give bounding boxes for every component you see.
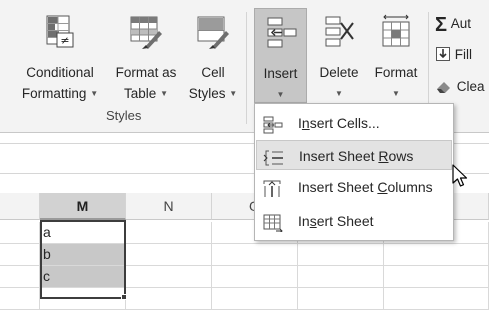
cell[interactable]	[0, 266, 40, 288]
sigma-icon: Σ	[435, 14, 448, 36]
format-as-table-button[interactable]: Format as Table ▼	[108, 8, 184, 108]
column-header-n[interactable]: N	[126, 193, 212, 220]
cell[interactable]	[384, 244, 489, 266]
cell[interactable]	[298, 266, 384, 288]
cell[interactable]	[126, 244, 212, 266]
conditional-formatting-icon: ≠	[44, 14, 76, 56]
selection-border	[40, 220, 126, 299]
conditional-formatting-label-2: Formatting	[21, 86, 87, 101]
cell[interactable]	[384, 288, 489, 310]
dropdown-caret-icon: ▼	[160, 89, 168, 98]
clear-button[interactable]: Clea	[435, 78, 485, 97]
insert-columns-icon	[262, 178, 284, 208]
column-header-m[interactable]: M	[40, 193, 126, 220]
cell[interactable]	[0, 288, 40, 310]
delete-button[interactable]: Delete ▼	[310, 8, 368, 108]
cell-styles-button[interactable]: Cell Styles ▼	[186, 8, 240, 108]
cell[interactable]	[212, 244, 298, 266]
delete-label: Delete	[319, 65, 359, 80]
menu-item-text-post: ert Sheet	[316, 213, 374, 229]
cell[interactable]	[212, 266, 298, 288]
dropdown-caret-icon: ▼	[335, 89, 343, 98]
menu-item-accelerator: n	[301, 115, 310, 131]
insert-button[interactable]: Insert ▼	[254, 8, 307, 103]
cell[interactable]	[384, 266, 489, 288]
delete-cells-icon	[322, 14, 356, 56]
styles-group-label: Styles	[106, 108, 142, 123]
eraser-icon	[435, 78, 453, 97]
fill-handle[interactable]	[121, 294, 127, 300]
cell[interactable]	[126, 288, 212, 310]
format-label: Format	[374, 65, 418, 80]
conditional-formatting-label-1: Conditional	[26, 65, 94, 80]
dropdown-caret-icon: ▼	[392, 89, 400, 98]
menu-item-text-post: olumns	[387, 179, 433, 195]
dropdown-caret-icon: ▼	[90, 89, 99, 98]
menu-item-text-post: ows	[388, 148, 414, 164]
autosum-label: Aut	[450, 16, 472, 31]
menu-item-text-pre: Insert Sheet	[299, 148, 379, 164]
format-as-table-label-2: Table	[124, 86, 157, 101]
format-as-table-icon	[128, 14, 164, 56]
cell[interactable]	[298, 288, 384, 310]
dropdown-caret-icon: ▼	[229, 89, 238, 98]
insert-label: Insert	[263, 66, 298, 81]
format-cells-icon	[378, 14, 414, 56]
format-button[interactable]: Format ▼	[368, 8, 424, 108]
fill-label: Fill	[454, 47, 473, 62]
menu-item-insert-cells[interactable]: Insert Cells...	[256, 108, 452, 138]
cell-styles-icon	[195, 14, 231, 56]
menu-item-insert-sheet[interactable]: Insert Sheet	[256, 206, 452, 236]
fill-down-icon	[435, 46, 451, 65]
menu-item-text-pre: In	[298, 213, 310, 229]
menu-item-text-post: sert Cells...	[309, 115, 380, 131]
insert-sheet-icon	[262, 212, 284, 242]
group-separator	[246, 12, 247, 124]
mouse-pointer-icon	[452, 164, 470, 195]
cell[interactable]	[126, 222, 212, 244]
menu-item-insert-sheet-rows[interactable]: Insert Sheet Rows	[256, 140, 452, 170]
conditional-formatting-button[interactable]: ≠ Conditional Formatting ▼	[14, 8, 106, 108]
dropdown-caret-icon: ▼	[276, 90, 285, 99]
column-header-partial[interactable]	[0, 193, 40, 220]
cell-styles-label-1: Cell	[201, 65, 225, 80]
cell[interactable]	[126, 266, 212, 288]
cell[interactable]	[212, 288, 298, 310]
menu-item-text-pre: Insert Sheet	[298, 179, 378, 195]
cell-styles-label-2: Styles	[188, 86, 226, 101]
menu-item-accelerator: R	[378, 148, 389, 164]
menu-item-insert-sheet-columns[interactable]: Insert Sheet Columns	[256, 172, 452, 202]
insert-cells-icon	[264, 15, 298, 57]
menu-item-accelerator: s	[309, 213, 317, 229]
format-as-table-label-1: Format as	[115, 65, 177, 80]
insert-dropdown-menu: Insert Cells... Insert Sheet Rows Insert…	[254, 103, 454, 241]
cell[interactable]	[0, 244, 40, 266]
clear-label: Clea	[456, 79, 485, 94]
fill-button[interactable]: Fill	[435, 46, 472, 65]
cell[interactable]	[0, 222, 40, 244]
menu-item-accelerator: C	[377, 179, 388, 195]
svg-text:≠: ≠	[60, 34, 69, 47]
autosum-button[interactable]: Σ Aut	[435, 14, 471, 37]
cell[interactable]	[298, 244, 384, 266]
